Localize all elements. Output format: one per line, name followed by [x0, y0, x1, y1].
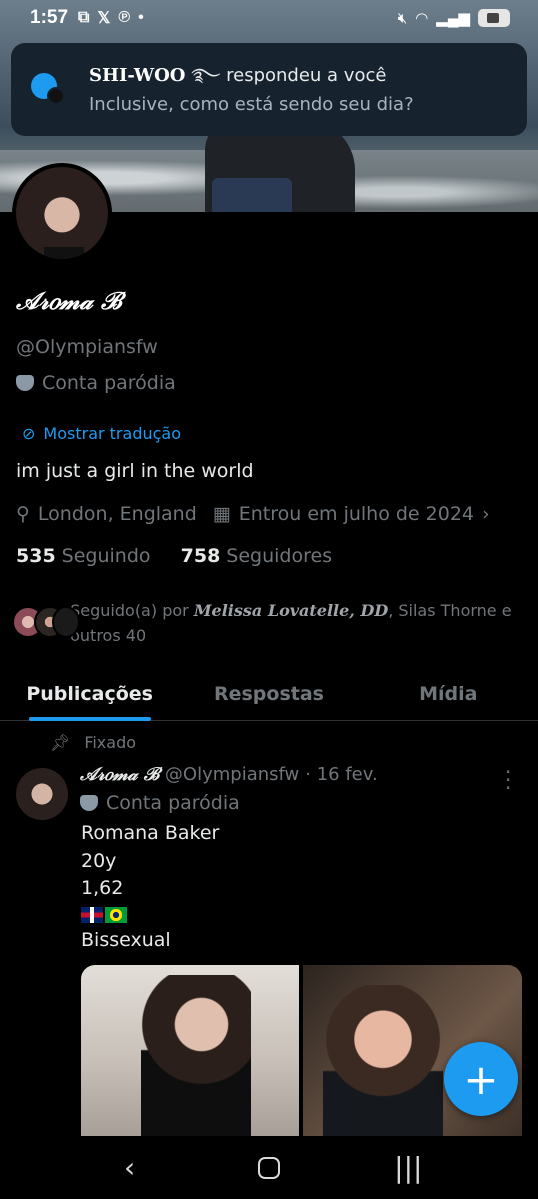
recents-icon[interactable]: |||	[378, 1151, 438, 1184]
wifi-icon: ◠	[415, 10, 429, 27]
profile-display-name: 𝒜𝓇𝑜𝓂𝒶 ℬ	[16, 286, 122, 315]
following-count: 535	[16, 545, 56, 567]
chevron-right-icon: ›	[482, 503, 490, 525]
calendar-icon: ▦	[212, 503, 231, 525]
status-time: 1:57	[30, 7, 69, 28]
pinterest-icon: ℗	[118, 9, 131, 26]
banner-jeans	[212, 178, 292, 212]
post-image-1[interactable]	[81, 965, 299, 1140]
notification-symbol: ࿐	[191, 64, 221, 86]
post-line: 20y	[81, 849, 117, 872]
location-text: London, England	[37, 503, 197, 525]
message-bubble-icon	[31, 71, 69, 109]
dot-icon: •	[138, 9, 144, 26]
notification-sender: SHI-WOO	[89, 64, 186, 86]
mute-icon: 🔇︎	[397, 9, 408, 27]
post-parody-label-text: Conta paródia	[106, 792, 240, 814]
profile-tabs: Publicações Respostas Mídia	[0, 668, 538, 721]
post-flags	[81, 903, 219, 927]
brazil-flag-icon	[105, 906, 127, 923]
followers-label: Seguidores	[226, 545, 333, 567]
tab-respostas[interactable]: Respostas	[179, 668, 358, 720]
followed-by-text: Seguido(a) por Melissa Lovatelle, DD, Si…	[70, 598, 512, 648]
pinned-indicator: 📌︎ Fixado	[50, 733, 136, 752]
tab-publicacoes[interactable]: Publicações	[0, 668, 179, 720]
reply-notification[interactable]: SHI-WOO ࿐ respondeu a você Inclusive, co…	[11, 43, 527, 136]
following-link[interactable]: 535 Seguindo	[16, 545, 151, 567]
join-date[interactable]: ▦ Entrou em julho de 2024 ›	[213, 503, 490, 525]
followed-by-prefix: Seguido(a) por	[70, 601, 189, 620]
post-line: 1,62	[81, 877, 124, 899]
screenshot-icon: ⧉	[78, 9, 90, 26]
profile-avatar[interactable]	[12, 163, 112, 263]
followers-link[interactable]: 758 Seguidores	[181, 545, 332, 567]
status-bar: 1:57 ⧉ 𝕏 ℗ • 🔇︎ ◠ ▂▄▆	[0, 0, 538, 36]
home-button[interactable]	[239, 1156, 299, 1179]
signal-icon: ▂▄▆	[436, 10, 470, 27]
followed-by[interactable]: Seguido(a) por Melissa Lovatelle, DD, Si…	[12, 598, 512, 648]
post-author-name[interactable]: 𝒜𝓇𝑜𝓂𝒶 ℬ	[80, 764, 159, 785]
follower-avatar	[52, 606, 80, 638]
post-line: Bissexual	[81, 928, 171, 951]
battery-icon	[478, 9, 510, 27]
post-text: Romana Baker 20y 1,62 Bissexual	[81, 820, 219, 954]
post-header: 𝒜𝓇𝑜𝓂𝒶 ℬ @Olympiansfw · 16 fev.	[80, 764, 378, 785]
compose-button[interactable]: +	[444, 1042, 518, 1116]
post-date: · 16 fev.	[305, 764, 378, 785]
pinned-label: Fixado	[84, 733, 137, 752]
uk-flag-icon	[81, 906, 103, 923]
tab-midia[interactable]: Mídia	[359, 668, 538, 720]
post-author-avatar[interactable]	[16, 768, 68, 820]
notification-message: Inclusive, como está sendo seu dia?	[89, 93, 414, 115]
followed-by-names: Melissa Lovatelle, DD	[193, 601, 389, 620]
system-nav-bar: ‹ |||	[0, 1136, 538, 1199]
mask-icon	[16, 375, 34, 391]
show-translation-link[interactable]: ⊘ Mostrar tradução	[22, 424, 181, 443]
show-translation-label: Mostrar tradução	[43, 424, 181, 443]
notification-action: respondeu a você	[226, 64, 387, 86]
followers-count: 758	[180, 545, 221, 567]
parody-label-text: Conta paródia	[42, 372, 176, 394]
back-icon[interactable]: ‹	[100, 1151, 160, 1184]
profile-handle: @Olympiansfw	[16, 336, 158, 358]
post-parody-label: Conta paródia	[80, 792, 240, 814]
parody-label: Conta paródia	[16, 372, 176, 394]
translate-icon: ⊘	[22, 424, 36, 443]
following-label: Seguindo	[61, 545, 151, 567]
post-author-handle: @Olympiansfw	[164, 764, 300, 785]
location-pin-icon: ⚲	[16, 503, 30, 525]
post-line: Romana Baker	[81, 822, 220, 844]
pin-icon: 📌︎	[50, 733, 71, 752]
join-date-text: Entrou em julho de 2024	[238, 503, 475, 525]
follower-avatars	[12, 604, 80, 640]
post-more-options-icon[interactable]: · · ·	[505, 762, 511, 798]
x-logo-icon: 𝕏	[97, 10, 111, 27]
profile-meta: ⚲ London, England ▦ Entrou em julho de 2…	[16, 503, 506, 525]
location: ⚲ London, England	[16, 503, 197, 525]
follow-stats: 535 Seguindo 758 Seguidores	[16, 545, 332, 567]
home-icon	[257, 1156, 280, 1179]
profile-bio: im just a girl in the world	[16, 460, 254, 482]
mask-icon	[80, 795, 98, 811]
